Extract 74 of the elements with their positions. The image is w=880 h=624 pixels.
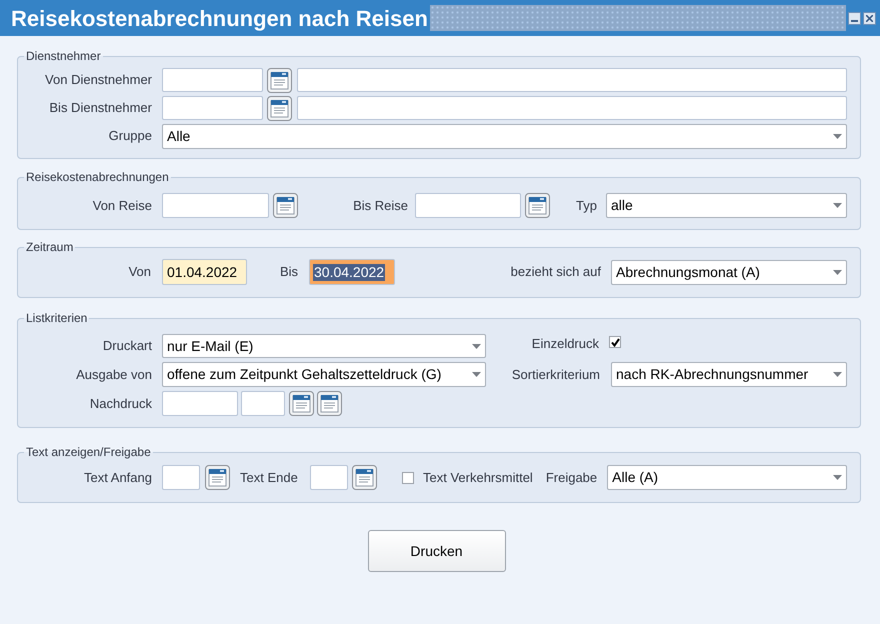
section-legend: Reisekostenabrechnungen — [24, 170, 171, 184]
section-legend: Text anzeigen/Freigabe — [24, 445, 153, 459]
section-legend: Zeitraum — [24, 240, 76, 254]
field-label: Von Reise — [92, 196, 152, 215]
calendar-button[interactable] — [352, 465, 377, 490]
calendar-button[interactable] — [525, 193, 550, 218]
calendar-button[interactable] — [205, 465, 230, 490]
calendar-icon — [320, 394, 339, 413]
print-button[interactable]: Drucken — [368, 530, 506, 572]
input-field[interactable] — [310, 465, 348, 490]
field-label: Ausgabe von — [75, 366, 152, 384]
dropdown-field[interactable]: Alle — [162, 124, 847, 148]
calendar-icon — [528, 196, 547, 215]
field-label: bezieht sich auf — [510, 263, 601, 282]
field-label: Von — [128, 263, 151, 282]
dropdown-caret-icon — [833, 134, 842, 138]
calendar-icon — [270, 98, 289, 118]
calendar-button[interactable] — [267, 96, 292, 120]
dropdown-field[interactable]: nach RK-Abrechnungsnummer — [611, 362, 847, 387]
calendar-button[interactable] — [317, 391, 342, 416]
checkbox-label: Text Verkehrsmittel — [423, 468, 533, 487]
calendar-icon — [208, 468, 227, 487]
field-label: Einzeldruck — [530, 335, 599, 353]
field-label: Bis — [278, 263, 298, 282]
section-legend: Listkriterien — [24, 311, 90, 325]
input-field[interactable] — [297, 96, 847, 120]
dropdown-field[interactable]: alle — [606, 193, 847, 218]
input-field[interactable] — [297, 68, 847, 92]
section-legend: Dienstnehmer — [24, 49, 103, 63]
input-field[interactable] — [415, 193, 521, 218]
minimize-button[interactable] — [848, 12, 861, 25]
field-label: Bis Reise — [352, 196, 408, 215]
input-field[interactable] — [162, 68, 263, 92]
dropdown-caret-icon — [833, 372, 842, 377]
dropdown-caret-icon — [833, 203, 842, 208]
field-label: Text Ende — [240, 468, 299, 487]
field-label: Bis Dienstnehmer — [48, 99, 152, 118]
calendar-icon — [355, 468, 374, 487]
calendar-icon — [276, 196, 295, 215]
calendar-button[interactable] — [273, 193, 298, 218]
field-label: Druckart — [102, 337, 152, 356]
input-field[interactable] — [162, 96, 263, 120]
field-label: Von Dienstnehmer — [44, 71, 152, 90]
input-field[interactable] — [162, 193, 269, 218]
dropdown-caret-icon — [472, 372, 481, 377]
checkbox[interactable] — [402, 472, 414, 484]
dropdown-caret-icon — [833, 475, 842, 480]
field-label: Freigabe — [546, 468, 598, 487]
dropdown-caret-icon — [833, 270, 842, 274]
close-button[interactable] — [863, 12, 876, 25]
input-field[interactable]: 30.04.2022 — [309, 259, 395, 285]
window-title: Reisekostenabrechnungen nach Reisen — [11, 4, 428, 33]
calendar-button[interactable] — [289, 391, 314, 416]
calendar-icon — [292, 394, 311, 413]
input-field[interactable]: 01.04.2022 — [162, 259, 247, 285]
field-label: Text Anfang — [83, 468, 152, 487]
input-field[interactable] — [241, 391, 285, 416]
field-label: Nachdruck — [88, 394, 152, 413]
input-field[interactable] — [162, 391, 238, 416]
checkbox[interactable] — [609, 336, 621, 348]
input-field[interactable] — [162, 465, 200, 490]
dropdown-caret-icon — [472, 344, 481, 348]
field-label: Gruppe — [108, 127, 152, 146]
field-label: Sortierkriterium — [510, 366, 600, 384]
dropdown-field[interactable]: Abrechnungsmonat (A) — [611, 260, 847, 284]
checkmark-icon — [610, 338, 620, 346]
calendar-icon — [270, 70, 289, 90]
dropdown-field[interactable]: nur E-Mail (E) — [162, 334, 486, 358]
field-label: Typ — [575, 196, 597, 215]
calendar-button[interactable] — [267, 68, 292, 92]
dropdown-field[interactable]: offene zum Zeitpunkt Gehaltszetteldruck (G) — [162, 362, 486, 387]
minimize-icon — [851, 20, 858, 22]
close-icon — [866, 15, 873, 22]
dropdown-field[interactable]: Alle (A) — [607, 465, 847, 490]
